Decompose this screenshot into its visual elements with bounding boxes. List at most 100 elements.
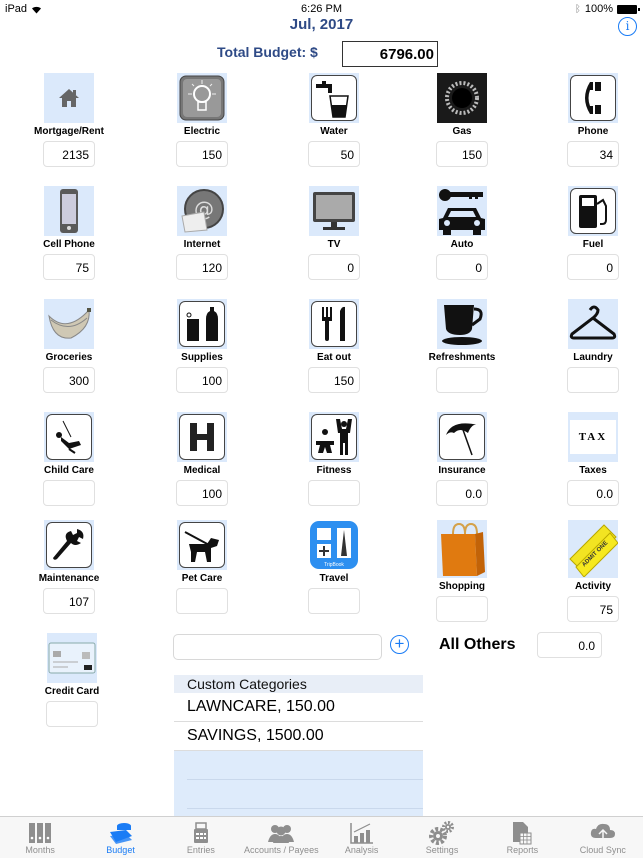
cell-phone-icon[interactable] [44, 186, 94, 236]
umbrella-icon[interactable] [437, 412, 487, 462]
category-label: Refreshments [428, 352, 496, 363]
custom-category-input[interactable] [173, 634, 382, 660]
fitness-icon[interactable] [309, 412, 359, 462]
hospital-icon[interactable] [177, 412, 227, 462]
category-amount-field[interactable] [46, 701, 98, 727]
empty-row [187, 780, 423, 809]
tax-icon[interactable]: TAX [568, 412, 618, 462]
category-electric: Electric 150 [147, 73, 257, 167]
water-tap-icon[interactable] [309, 73, 359, 123]
category-medical: Medical 100 [147, 412, 257, 506]
internet-icon[interactable]: @ [177, 186, 227, 236]
category-amount-field[interactable] [436, 596, 488, 622]
category-label: Groceries [45, 352, 93, 363]
custom-categories-list: Custom Categories LAWNCARE, 150.00 SAVIN… [174, 675, 423, 816]
category-phone: Phone 34 [538, 73, 643, 167]
swing-icon[interactable] [44, 412, 94, 462]
total-budget-field[interactable]: 6796.00 [342, 41, 438, 67]
plus-circle-icon[interactable]: + [390, 635, 409, 654]
hanger-icon[interactable] [568, 299, 618, 349]
car-icon[interactable] [437, 186, 487, 236]
category-label: Gas [452, 126, 472, 137]
total-budget-label: Total Budget: $ [217, 44, 318, 60]
travel-icon[interactable]: TripBook [309, 520, 359, 570]
category-amount-field[interactable]: 2135 [43, 141, 95, 167]
tab-settings[interactable]: Settings [402, 817, 482, 858]
bananas-icon[interactable] [44, 299, 94, 349]
category-amount-field[interactable]: 75 [567, 596, 619, 622]
category-label: TV [327, 239, 341, 250]
category-label: Fitness [316, 465, 352, 476]
category-maintenance: Maintenance 107 [14, 520, 124, 614]
status-time: 6:26 PM [301, 3, 342, 15]
category-amount-field[interactable] [176, 588, 228, 614]
phone-icon[interactable] [568, 73, 618, 123]
category-label: Maintenance [38, 573, 100, 584]
category-amount-field[interactable]: 150 [308, 367, 360, 393]
category-amount-field[interactable] [308, 588, 360, 614]
list-item[interactable]: SAVINGS, 1500.00 [174, 722, 423, 751]
category-amount-field[interactable]: 150 [176, 141, 228, 167]
category-amount-field[interactable]: 75 [43, 254, 95, 280]
binders-icon [0, 820, 80, 845]
category-label: Medical [183, 465, 221, 476]
bottles-icon[interactable] [177, 299, 227, 349]
tab-reports[interactable]: Reports [482, 817, 562, 858]
house-icon[interactable] [44, 73, 94, 123]
all-others-field[interactable]: 0.0 [537, 632, 602, 658]
category-amount-field[interactable]: 100 [176, 367, 228, 393]
category-amount-field[interactable] [567, 367, 619, 393]
category-tv: TV 0 [279, 186, 389, 280]
category-amount-field[interactable]: 0 [436, 254, 488, 280]
category-pet-care: Pet Care [147, 520, 257, 614]
tab-months[interactable]: Months [0, 817, 80, 858]
wrench-icon[interactable] [44, 520, 94, 570]
empty-row [187, 751, 423, 780]
tab-entries[interactable]: Entries [161, 817, 241, 858]
page-title: Jul, 2017 [289, 16, 354, 33]
credit-card-icon[interactable] [47, 633, 97, 683]
category-amount-field[interactable] [43, 480, 95, 506]
tab-accounts-payees[interactable]: Accounts / Payees [241, 817, 321, 858]
category-amount-field[interactable]: 0 [308, 254, 360, 280]
calculator-icon [161, 820, 241, 845]
all-others-label: All Others [439, 636, 516, 653]
category-amount-field[interactable]: 0.0 [436, 480, 488, 506]
category-amount-field[interactable] [308, 480, 360, 506]
tab-analysis[interactable]: Analysis [322, 817, 402, 858]
category-amount-field[interactable]: 107 [43, 588, 95, 614]
cup-icon[interactable] [437, 299, 487, 349]
category-label: Activity [574, 581, 612, 592]
category-amount-field[interactable]: 34 [567, 141, 619, 167]
tab-cloud-sync[interactable]: Cloud Sync [563, 817, 643, 858]
list-item[interactable]: LAWNCARE, 150.00 [174, 693, 423, 722]
lightbulb-icon[interactable] [177, 73, 227, 123]
category-amount-field[interactable] [436, 367, 488, 393]
gas-burner-icon[interactable] [437, 73, 487, 123]
category-amount-field[interactable]: 0.0 [567, 480, 619, 506]
ticket-icon[interactable]: ADMIT ONE [568, 520, 618, 578]
category-label: Phone [577, 126, 609, 137]
category-amount-field[interactable]: 120 [176, 254, 228, 280]
category-gas: Gas 150 [407, 73, 517, 167]
tab-budget[interactable]: Budget [80, 817, 160, 858]
category-amount-field[interactable]: 100 [176, 480, 228, 506]
category-label: Travel [319, 573, 349, 584]
fork-knife-icon[interactable] [309, 299, 359, 349]
category-amount-field[interactable]: 0 [567, 254, 619, 280]
shopping-bag-icon[interactable] [437, 520, 487, 578]
category-amount-field[interactable]: 50 [308, 141, 360, 167]
category-label: Electric [183, 126, 221, 137]
fuel-pump-icon[interactable] [568, 186, 618, 236]
category-insurance: Insurance 0.0 [407, 412, 517, 506]
custom-categories-header: Custom Categories [174, 675, 423, 693]
category-activity: ADMIT ONE Activity 75 [538, 520, 643, 622]
category-label: Water [320, 126, 348, 137]
tv-icon[interactable] [309, 186, 359, 236]
category-amount-field[interactable]: 300 [43, 367, 95, 393]
category-label: Child Care [43, 465, 94, 476]
category-amount-field[interactable]: 150 [436, 141, 488, 167]
dog-icon[interactable] [177, 520, 227, 570]
info-icon[interactable]: i [618, 17, 637, 36]
category-supplies: Supplies 100 [147, 299, 257, 393]
